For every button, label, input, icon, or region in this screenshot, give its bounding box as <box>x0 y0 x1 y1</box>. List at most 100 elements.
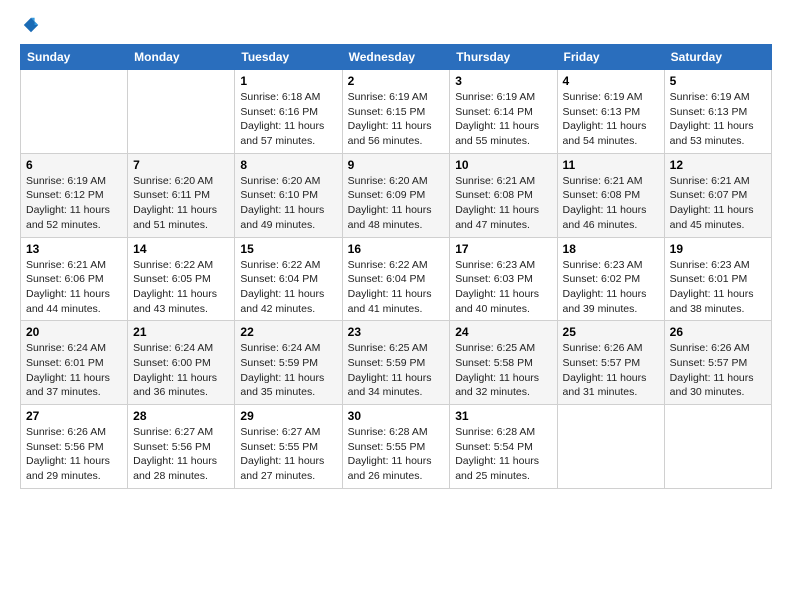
calendar-cell <box>664 405 771 489</box>
day-number: 15 <box>240 242 336 256</box>
day-info: Sunrise: 6:23 AMSunset: 6:01 PMDaylight:… <box>670 258 766 317</box>
logo <box>20 16 40 34</box>
day-number: 12 <box>670 158 766 172</box>
calendar-cell: 10 Sunrise: 6:21 AMSunset: 6:08 PMDayligh… <box>450 153 557 237</box>
day-number: 26 <box>670 325 766 339</box>
calendar-cell: 26 Sunrise: 6:26 AMSunset: 5:57 PMDayligh… <box>664 321 771 405</box>
calendar-cell: 7 Sunrise: 6:20 AMSunset: 6:11 PMDaylight… <box>128 153 235 237</box>
calendar-header-row: SundayMondayTuesdayWednesdayThursdayFrid… <box>21 45 772 70</box>
calendar-cell: 15 Sunrise: 6:22 AMSunset: 6:04 PMDayligh… <box>235 237 342 321</box>
day-info: Sunrise: 6:26 AMSunset: 5:57 PMDaylight:… <box>670 341 766 400</box>
calendar-week-3: 20Sunrise: 6:24 AMSunset: 6:01 PMDayligh… <box>21 321 772 405</box>
day-number: 10 <box>455 158 551 172</box>
calendar-header-monday: Monday <box>128 45 235 70</box>
day-info: Sunrise: 6:23 AMSunset: 6:02 PMDaylight:… <box>563 258 659 317</box>
day-number: 30 <box>348 409 445 423</box>
day-number: 14 <box>133 242 229 256</box>
day-info: Sunrise: 6:21 AMSunset: 6:08 PMDaylight:… <box>455 174 551 233</box>
calendar-cell: 28Sunrise: 6:27 AMSunset: 5:56 PMDayligh… <box>128 405 235 489</box>
calendar-cell: 9 Sunrise: 6:20 AMSunset: 6:09 PMDaylight… <box>342 153 450 237</box>
day-info: Sunrise: 6:19 AMSunset: 6:14 PMDaylight:… <box>455 90 551 149</box>
calendar-cell: 16 Sunrise: 6:22 AMSunset: 6:04 PMDayligh… <box>342 237 450 321</box>
day-info: Sunrise: 6:20 AMSunset: 6:11 PMDaylight:… <box>133 174 229 233</box>
day-number: 16 <box>348 242 445 256</box>
calendar-cell: 20Sunrise: 6:24 AMSunset: 6:01 PMDayligh… <box>21 321 128 405</box>
day-number: 17 <box>455 242 551 256</box>
day-number: 19 <box>670 242 766 256</box>
day-info: Sunrise: 6:24 AMSunset: 5:59 PMDaylight:… <box>240 341 336 400</box>
calendar-cell: 14 Sunrise: 6:22 AMSunset: 6:05 PMDayligh… <box>128 237 235 321</box>
calendar-week-0: 1 Sunrise: 6:18 AMSunset: 6:16 PMDaylight… <box>21 70 772 154</box>
day-number: 29 <box>240 409 336 423</box>
calendar-cell: 31 Sunrise: 6:28 AMSunset: 5:54 PMDayligh… <box>450 405 557 489</box>
day-number: 3 <box>455 74 551 88</box>
calendar-header-sunday: Sunday <box>21 45 128 70</box>
day-info: Sunrise: 6:26 AMSunset: 5:57 PMDaylight:… <box>563 341 659 400</box>
day-info: Sunrise: 6:21 AMSunset: 6:07 PMDaylight:… <box>670 174 766 233</box>
day-info: Sunrise: 6:19 AMSunset: 6:15 PMDaylight:… <box>348 90 445 149</box>
day-number: 18 <box>563 242 659 256</box>
day-number: 11 <box>563 158 659 172</box>
calendar-cell: 23 Sunrise: 6:25 AMSunset: 5:59 PMDayligh… <box>342 321 450 405</box>
calendar-table: SundayMondayTuesdayWednesdayThursdayFrid… <box>20 44 772 489</box>
calendar-cell: 12 Sunrise: 6:21 AMSunset: 6:07 PMDayligh… <box>664 153 771 237</box>
day-info: Sunrise: 6:21 AMSunset: 6:08 PMDaylight:… <box>563 174 659 233</box>
calendar-header-thursday: Thursday <box>450 45 557 70</box>
calendar-cell: 30 Sunrise: 6:28 AMSunset: 5:55 PMDayligh… <box>342 405 450 489</box>
day-number: 7 <box>133 158 229 172</box>
day-number: 1 <box>240 74 336 88</box>
day-number: 9 <box>348 158 445 172</box>
calendar-cell: 6Sunrise: 6:19 AMSunset: 6:12 PMDaylight… <box>21 153 128 237</box>
day-number: 25 <box>563 325 659 339</box>
calendar-cell: 13 Sunrise: 6:21 AMSunset: 6:06 PMDayligh… <box>21 237 128 321</box>
day-info: Sunrise: 6:22 AMSunset: 6:04 PMDaylight:… <box>240 258 336 317</box>
calendar-cell: 27 Sunrise: 6:26 AMSunset: 5:56 PMDayligh… <box>21 405 128 489</box>
day-number: 27 <box>26 409 122 423</box>
day-info: Sunrise: 6:20 AMSunset: 6:10 PMDaylight:… <box>240 174 336 233</box>
calendar-cell: 29 Sunrise: 6:27 AMSunset: 5:55 PMDayligh… <box>235 405 342 489</box>
day-info: Sunrise: 6:25 AMSunset: 5:59 PMDaylight:… <box>348 341 445 400</box>
calendar-week-4: 27 Sunrise: 6:26 AMSunset: 5:56 PMDayligh… <box>21 405 772 489</box>
day-number: 31 <box>455 409 551 423</box>
day-number: 8 <box>240 158 336 172</box>
calendar-cell <box>128 70 235 154</box>
day-number: 5 <box>670 74 766 88</box>
calendar-cell <box>21 70 128 154</box>
day-info: Sunrise: 6:19 AMSunset: 6:12 PMDaylight:… <box>26 174 122 233</box>
day-number: 24 <box>455 325 551 339</box>
day-info: Sunrise: 6:19 AMSunset: 6:13 PMDaylight:… <box>670 90 766 149</box>
calendar-cell: 8 Sunrise: 6:20 AMSunset: 6:10 PMDaylight… <box>235 153 342 237</box>
calendar-cell: 4Sunrise: 6:19 AMSunset: 6:13 PMDaylight… <box>557 70 664 154</box>
day-info: Sunrise: 6:24 AMSunset: 6:00 PMDaylight:… <box>133 341 229 400</box>
calendar-cell: 18 Sunrise: 6:23 AMSunset: 6:02 PMDayligh… <box>557 237 664 321</box>
calendar-cell: 1 Sunrise: 6:18 AMSunset: 6:16 PMDaylight… <box>235 70 342 154</box>
day-number: 23 <box>348 325 445 339</box>
day-number: 13 <box>26 242 122 256</box>
day-info: Sunrise: 6:22 AMSunset: 6:05 PMDaylight:… <box>133 258 229 317</box>
calendar-cell: 19 Sunrise: 6:23 AMSunset: 6:01 PMDayligh… <box>664 237 771 321</box>
day-info: Sunrise: 6:23 AMSunset: 6:03 PMDaylight:… <box>455 258 551 317</box>
day-info: Sunrise: 6:18 AMSunset: 6:16 PMDaylight:… <box>240 90 336 149</box>
calendar-cell: 11 Sunrise: 6:21 AMSunset: 6:08 PMDayligh… <box>557 153 664 237</box>
calendar-header-tuesday: Tuesday <box>235 45 342 70</box>
day-info: Sunrise: 6:28 AMSunset: 5:55 PMDaylight:… <box>348 425 445 484</box>
day-info: Sunrise: 6:22 AMSunset: 6:04 PMDaylight:… <box>348 258 445 317</box>
day-number: 4 <box>563 74 659 88</box>
calendar-cell: 2 Sunrise: 6:19 AMSunset: 6:15 PMDaylight… <box>342 70 450 154</box>
day-info: Sunrise: 6:20 AMSunset: 6:09 PMDaylight:… <box>348 174 445 233</box>
day-number: 21 <box>133 325 229 339</box>
calendar-cell: 25 Sunrise: 6:26 AMSunset: 5:57 PMDayligh… <box>557 321 664 405</box>
day-info: Sunrise: 6:28 AMSunset: 5:54 PMDaylight:… <box>455 425 551 484</box>
day-info: Sunrise: 6:26 AMSunset: 5:56 PMDaylight:… <box>26 425 122 484</box>
calendar-cell: 24Sunrise: 6:25 AMSunset: 5:58 PMDayligh… <box>450 321 557 405</box>
calendar-cell: 3 Sunrise: 6:19 AMSunset: 6:14 PMDaylight… <box>450 70 557 154</box>
calendar-cell: 21 Sunrise: 6:24 AMSunset: 6:00 PMDayligh… <box>128 321 235 405</box>
day-number: 28 <box>133 409 229 423</box>
calendar-cell: 22 Sunrise: 6:24 AMSunset: 5:59 PMDayligh… <box>235 321 342 405</box>
day-number: 22 <box>240 325 336 339</box>
header <box>20 16 772 34</box>
day-info: Sunrise: 6:21 AMSunset: 6:06 PMDaylight:… <box>26 258 122 317</box>
day-number: 2 <box>348 74 445 88</box>
calendar-week-1: 6Sunrise: 6:19 AMSunset: 6:12 PMDaylight… <box>21 153 772 237</box>
day-info: Sunrise: 6:27 AMSunset: 5:55 PMDaylight:… <box>240 425 336 484</box>
